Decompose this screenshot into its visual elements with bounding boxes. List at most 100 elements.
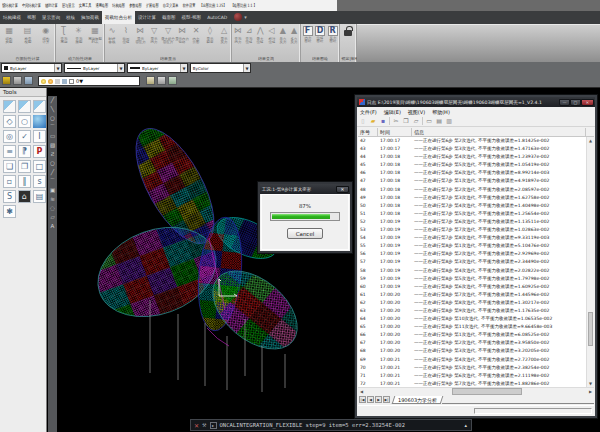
menu-item[interactable]: 自定义菜单 — [161, 3, 181, 8]
draw-tool-icon[interactable]: ╱ — [48, 96, 57, 105]
layer-isolate-icon[interactable] — [168, 76, 177, 85]
log-row[interactable]: 47 17:00:18 ——正在进行第7步 第1次迭代, 不平衡力收敛误差=4.… — [358, 177, 586, 185]
col-time[interactable]: 时间 — [378, 128, 412, 137]
log-row[interactable]: 57 17:00:19 ——正在进行第8步 第3次迭代, 不平衡力收敛误差=2.… — [358, 258, 586, 266]
log-row[interactable]: 46 17:00:18 ——正在进行第6步 第6次迭代, 不平衡力收敛误差=8.… — [358, 169, 586, 177]
ribbon-button[interactable]: ▦周期振型列表 — [86, 25, 104, 46]
menu-item[interactable]: 空间结构计算 — [20, 3, 43, 8]
last-tab-icon[interactable]: ▶| — [383, 396, 390, 403]
log-row[interactable]: 54 17:00:19 ——正在进行第7步 第8次迭代, 不平衡力收敛误差=9.… — [358, 234, 586, 242]
log-row[interactable]: 68 17:00:20 ——正在进行第9步 第3次迭代, 不平衡力收敛误差=3.… — [358, 347, 586, 355]
scrollbar-thumb[interactable] — [452, 388, 522, 395]
draw-tool-icon[interactable]: ╱ — [48, 168, 57, 177]
ribbon-button[interactable]: ▤检查模型 — [19, 25, 37, 46]
ribbon-button[interactable]: ◊显示挠度 — [203, 25, 217, 46]
log-row[interactable]: 49 17:00:18 ——正在进行第7步 第3次迭代, 不平衡力收敛误差=1.… — [358, 194, 586, 202]
log-row[interactable]: 53 17:00:19 ——正在进行第7步 第7次迭代, 不平衡力收敛误差=1.… — [358, 226, 586, 234]
ribbon-button[interactable]: ∿时程曲线 — [105, 25, 119, 46]
menu-item[interactable]: 软件设置 — [181, 3, 198, 8]
prev-tab-icon[interactable]: ◀ — [367, 396, 374, 403]
maximize-button[interactable]: ▢ — [570, 99, 581, 106]
expand-icon[interactable]: ▴ — [464, 422, 467, 428]
log-row[interactable]: 59 17:00:19 ——正在进行第8步 第5次迭代, 不平衡力收敛误差=1.… — [358, 275, 586, 283]
cut-icon[interactable]: ✂ — [392, 117, 400, 125]
palette-tool[interactable]: ◎ — [3, 130, 16, 143]
ribbon-button[interactable]: ▲多点反力 — [289, 25, 300, 46]
palette-tool[interactable]: ○ — [18, 115, 31, 128]
draw-tool-icon[interactable]: A — [48, 222, 57, 231]
command-bar[interactable]: ✕ ⚒ ▸ ONCALINTEGRATION_FLEXIBLE step=9 i… — [190, 419, 472, 431]
log-row[interactable]: 60 17:00:19 ——正在进行第8步 第6次迭代, 不平衡力收敛误差=1.… — [358, 283, 586, 291]
palette-tool[interactable]: s — [33, 175, 46, 188]
layer-tool-icon[interactable] — [13, 76, 22, 85]
new-icon[interactable]: ▯ — [359, 117, 367, 125]
ribbon-button[interactable]: D位移图绘 — [314, 25, 326, 45]
ribbon-tab[interactable]: 结构建模 — [0, 11, 24, 24]
menu-item[interactable]: 扩展绘图 — [144, 3, 161, 8]
col-message[interactable]: 信息 — [412, 128, 586, 137]
draw-tool-icon[interactable]: ▭ — [48, 132, 57, 141]
palette-tool[interactable]: ◇ — [3, 115, 16, 128]
palette-tool[interactable]: P — [33, 145, 46, 158]
palette-tool[interactable]: ‖ — [18, 175, 31, 188]
ribbon-button[interactable]: Ʈ查询周期 — [56, 25, 71, 46]
next-tab-icon[interactable]: ▶ — [375, 396, 382, 403]
drawing-canvas[interactable]: 工况:1-第9步计算大变形 ✕ 87% Cancel 日志 E:\2019项目\… — [57, 88, 600, 432]
ribbon-button[interactable]: ▽最大组合面应力 — [161, 25, 175, 46]
customize-icon[interactable]: ⚒ — [202, 422, 206, 428]
palette-tool[interactable]: □ — [33, 160, 46, 173]
ribbon-button[interactable]: F内力图绘 — [302, 25, 314, 45]
log-row[interactable]: 71 17:00:21 ——正在进行第9步 第6次迭代, 不平衡力收敛误差=2.… — [358, 372, 586, 380]
ribbon-tab[interactable]: 施加荷载 — [78, 11, 102, 24]
palette-tool[interactable]: ⁋ — [18, 145, 31, 158]
ribbon-button[interactable]: ⋈显示内力包络 — [175, 25, 189, 46]
log-row[interactable]: 72 17:00:21 ——正在进行第9步 第7次迭代, 不平衡力收敛误差=1.… — [358, 380, 586, 387]
help-icon[interactable] — [234, 13, 242, 21]
ribbon-button[interactable]: ⋀最大位移 — [255, 25, 266, 46]
log-row[interactable]: 48 17:00:18 ——正在进行第7步 第2次迭代, 不平衡力收敛误差=2.… — [358, 186, 586, 194]
menu-item[interactable]: 文件(F) — [360, 109, 377, 115]
log-row[interactable]: 69 17:00:21 ——正在进行第9步 第4次迭代, 不平衡力收敛误差=2.… — [358, 356, 586, 364]
draw-tool-icon[interactable]: ╲ — [48, 105, 57, 114]
cancel-button[interactable]: Cancel — [287, 228, 323, 239]
draw-tool-icon[interactable]: Ƨ — [48, 150, 57, 159]
print-icon[interactable]: ▭ — [425, 117, 433, 125]
tool-palette-title[interactable]: Tools — [0, 88, 46, 97]
ribbon-tab[interactable]: 设计计算 — [135, 11, 159, 24]
palette-tool[interactable]: ≡ — [3, 145, 16, 158]
menu-item[interactable]: 钢结构计算 — [0, 3, 20, 8]
draw-tool-icon[interactable]: ⌒ — [48, 177, 57, 186]
ribbon-button[interactable]: ◁相对位移 — [266, 25, 277, 46]
menu-item[interactable]: 层与显示 — [60, 3, 77, 8]
log-row[interactable]: 42 17:00:17 ——正在进行第6步 第2次迭代, 不平衡力收敛误差=1.… — [358, 137, 586, 145]
ribbon-button[interactable]: △显示反力 — [217, 25, 231, 46]
ribbon-button[interactable]: ▲单点反力 — [277, 25, 288, 46]
lineweight-combo[interactable]: ByLayer▼ — [127, 63, 188, 73]
ribbon-button[interactable]: ✳查询振型 — [71, 25, 86, 46]
draw-tool-icon[interactable]: ⌒ — [48, 123, 57, 132]
palette-tool[interactable]: ▫ — [3, 175, 16, 188]
layer-properties-icon[interactable] — [2, 76, 11, 85]
ribbon-button[interactable]: ⋈查询内力 — [232, 25, 243, 46]
palette-tool[interactable]: ✱ — [3, 205, 16, 218]
ribbon-tab[interactable]: 模型-视图 — [179, 11, 205, 24]
draw-tool-icon[interactable]: ○ — [48, 114, 57, 123]
ribbon-tab[interactable]: 荷载组合分析 — [102, 11, 135, 24]
draw-tool-icon[interactable]: ○ — [48, 159, 57, 168]
palette-tool[interactable] — [33, 115, 46, 128]
menu-item[interactable]: 帮助(H) — [432, 109, 450, 115]
ribbon-tab[interactable]: AutoCAD — [204, 11, 230, 24]
log-row[interactable]: 67 17:00:20 ——正在进行第9步 第2次迭代, 不平衡力收敛误差=3.… — [358, 339, 586, 347]
menu-item[interactable]: 结构绘图 — [110, 3, 127, 8]
log-row[interactable]: 43 17:00:17 ——正在进行第6步 第3次迭代, 不平衡力收敛误差=1.… — [358, 145, 586, 153]
layer-combo[interactable]: 0 ▼ — [38, 76, 140, 86]
close-button[interactable]: ✕ — [581, 99, 594, 106]
ribbon-button[interactable]: ⌇动画位移 — [119, 25, 133, 46]
close-icon[interactable]: ✕ — [336, 186, 349, 193]
menu-item[interactable]: 【绘图比例 1:1 】 — [229, 3, 259, 8]
ribbon-tab[interactable]: 校核 — [63, 11, 78, 24]
log-row[interactable]: 65 17:00:20 ——正在进行第8步 第11次迭代, 不平衡力收敛误差=9… — [358, 323, 586, 331]
minimize-button[interactable]: — — [559, 99, 570, 106]
horizontal-scrollbar[interactable]: ◀▶ — [358, 387, 594, 395]
log-row[interactable]: 66 17:00:20 ——正在进行第9步 第1次迭代, 不平衡力收敛误差=6.… — [358, 331, 586, 339]
